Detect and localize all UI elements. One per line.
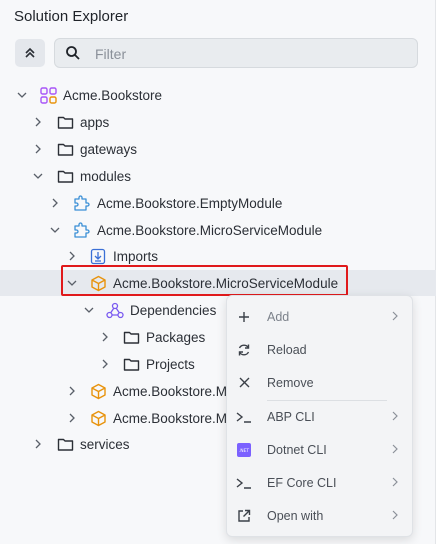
chevron-down-icon[interactable] <box>31 169 45 183</box>
project-cube-icon <box>89 409 107 427</box>
panel-title: Solution Explorer <box>14 8 129 25</box>
chevron-right-icon[interactable] <box>31 437 45 451</box>
tree-item-microservice-module[interactable]: Acme.Bookstore.MicroServiceModule <box>0 217 436 243</box>
folder-icon <box>56 167 74 185</box>
tree-item-solution[interactable]: Acme.Bookstore <box>0 82 436 108</box>
solution-icon <box>39 86 57 104</box>
menu-item-reload[interactable]: Reload <box>227 333 412 366</box>
plus-icon <box>236 309 252 325</box>
tree-item-label: Acme.Bookstore.M <box>113 410 228 426</box>
selection-highlight-box <box>61 265 348 296</box>
search-field[interactable] <box>54 38 418 68</box>
folder-icon <box>56 140 74 158</box>
terminal-icon <box>236 409 252 425</box>
folder-icon <box>122 328 140 346</box>
tree-item-label: Acme.Bookstore.M <box>113 383 228 399</box>
tree-item-label: gateways <box>80 141 138 157</box>
menu-item-label: ABP CLI <box>267 409 315 424</box>
folder-icon <box>122 355 140 373</box>
chevron-down-icon[interactable] <box>48 223 62 237</box>
chevron-right-icon <box>391 443 399 457</box>
chevron-right-icon <box>391 509 399 523</box>
menu-item-label: Reload <box>267 342 307 357</box>
tree-item-label: Imports <box>113 248 159 264</box>
chevron-right-icon[interactable] <box>65 384 79 398</box>
menu-item-remove[interactable]: Remove <box>227 366 412 399</box>
tree-item-label: Acme.Bookstore.MicroServiceModule <box>97 222 323 238</box>
module-puzzle-icon <box>72 194 90 212</box>
terminal-icon <box>236 475 252 491</box>
tree-item-label: services <box>80 436 130 452</box>
menu-item-label: Add <box>267 309 290 324</box>
double-chevron-up-icon <box>25 47 35 58</box>
chevron-right-icon[interactable] <box>31 142 45 156</box>
tree-item-label: Dependencies <box>130 302 217 318</box>
close-icon <box>236 375 252 391</box>
chevron-down-icon[interactable] <box>15 88 29 102</box>
reload-icon <box>236 342 252 358</box>
svg-text:.NET: .NET <box>239 448 250 454</box>
project-cube-icon <box>89 382 107 400</box>
menu-item-label: Open with <box>267 508 324 523</box>
chevron-right-icon[interactable] <box>31 115 45 129</box>
tree-item-label: apps <box>80 114 110 130</box>
context-menu: Add Reload Remove ABP CLI .NET Dotnet CL… <box>226 295 413 537</box>
tree-item-gateways[interactable]: gateways <box>0 136 436 162</box>
chevron-right-icon <box>391 310 399 324</box>
dotnet-icon: .NET <box>236 442 252 458</box>
menu-item-dotnet-cli[interactable]: .NET Dotnet CLI <box>227 433 412 466</box>
menu-item-label: Remove <box>267 375 314 390</box>
chevron-right-icon <box>391 410 399 424</box>
collapse-all-button[interactable] <box>15 39 45 67</box>
chevron-right-icon[interactable] <box>98 357 112 371</box>
menu-item-open-with[interactable]: Open with <box>227 499 412 532</box>
tree-item-label: modules <box>80 168 132 184</box>
tree-item-label: Projects <box>146 356 195 372</box>
menu-item-ef-core-cli[interactable]: EF Core CLI <box>227 466 412 499</box>
dependencies-icon <box>106 301 124 319</box>
chevron-right-icon[interactable] <box>65 249 79 263</box>
search-icon <box>65 45 81 66</box>
folder-icon <box>56 435 74 453</box>
open-external-icon <box>236 508 252 524</box>
chevron-right-icon <box>391 476 399 490</box>
tree-item-label: Acme.Bookstore.EmptyModule <box>97 195 283 211</box>
chevron-right-icon[interactable] <box>65 411 79 425</box>
chevron-down-icon[interactable] <box>82 303 96 317</box>
tree-item-label: Packages <box>146 329 206 345</box>
tree-item-modules[interactable]: modules <box>0 163 436 189</box>
menu-item-abp-cli[interactable]: ABP CLI <box>227 400 412 433</box>
menu-item-label: Dotnet CLI <box>267 442 327 457</box>
tree-item-apps[interactable]: apps <box>0 109 436 135</box>
import-icon <box>89 247 107 265</box>
menu-item-add[interactable]: Add <box>227 300 412 333</box>
folder-icon <box>56 113 74 131</box>
menu-item-label: EF Core CLI <box>267 475 337 490</box>
search-input[interactable] <box>93 43 397 65</box>
tree-item-empty-module[interactable]: Acme.Bookstore.EmptyModule <box>0 190 436 216</box>
chevron-right-icon[interactable] <box>48 196 62 210</box>
module-puzzle-icon <box>72 221 90 239</box>
tree-item-label: Acme.Bookstore <box>63 87 163 103</box>
chevron-right-icon[interactable] <box>98 330 112 344</box>
